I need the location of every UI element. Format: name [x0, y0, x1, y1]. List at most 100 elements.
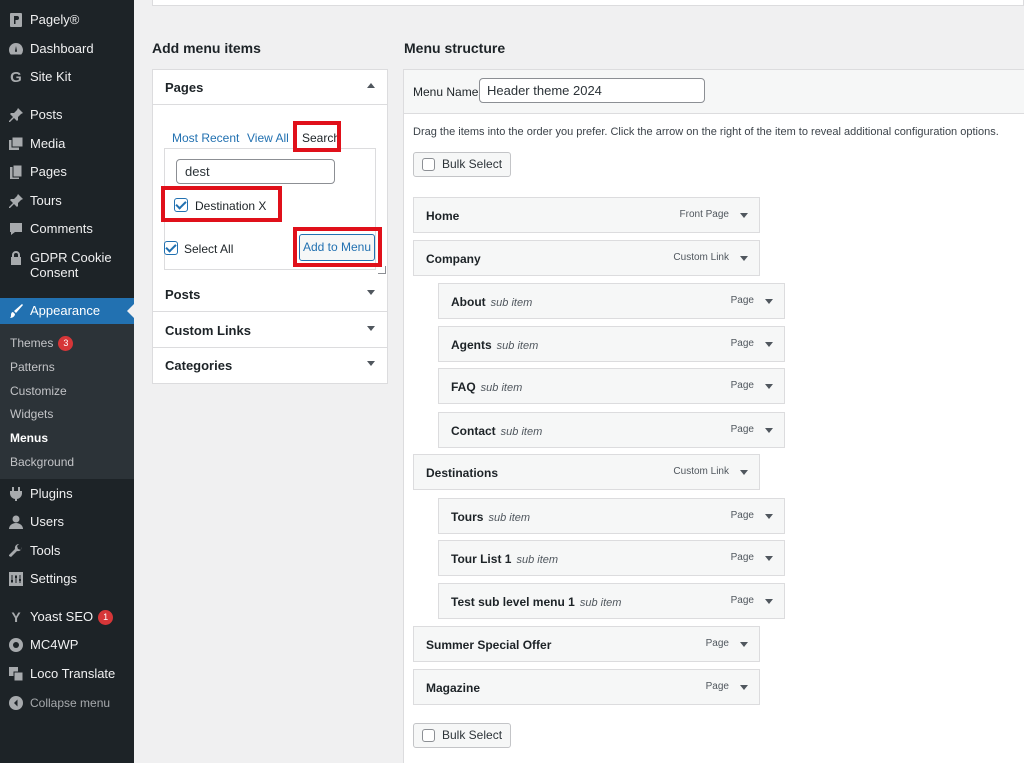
- menu-item-title: Tours sub item: [451, 510, 531, 524]
- pin-icon: [8, 193, 24, 209]
- expand-arrow-icon[interactable]: [740, 685, 748, 690]
- menu-item[interactable]: Contact sub item Page: [438, 412, 785, 448]
- collapse-menu-button[interactable]: Collapse menu: [0, 695, 134, 713]
- expand-arrow-icon[interactable]: [765, 556, 773, 561]
- submenu-customize[interactable]: Customize: [10, 384, 67, 398]
- menu-item-type: Page: [705, 681, 729, 692]
- bulk-select-checkbox[interactable]: [422, 158, 435, 171]
- menu-item-title: Summer Special Offer: [426, 638, 552, 652]
- brush-icon: [8, 303, 24, 319]
- menu-item[interactable]: Destinations Custom Link: [413, 454, 760, 490]
- sidebar-item-dashboard[interactable]: Dashboard: [0, 41, 134, 59]
- menu-name-input[interactable]: [479, 78, 705, 103]
- collapse-arrow-icon: [367, 83, 375, 88]
- mc4wp-icon: [8, 637, 24, 653]
- expand-arrow-icon[interactable]: [765, 599, 773, 604]
- sidebar-item-site-kit[interactable]: G Site Kit: [0, 69, 134, 87]
- settings-icon: [8, 571, 24, 587]
- menu-item-title: Company: [426, 252, 481, 266]
- sidebar-item-tours[interactable]: Tours: [0, 193, 134, 211]
- sidebar-item-settings[interactable]: Settings: [0, 571, 134, 589]
- user-icon: [8, 514, 24, 530]
- sidebar-item-posts[interactable]: Posts: [0, 107, 134, 125]
- menu-item[interactable]: About sub item Page: [438, 283, 785, 319]
- pin-icon: [8, 107, 24, 123]
- tab-most-recent[interactable]: Most Recent: [172, 131, 239, 145]
- sidebar-item-comments[interactable]: Comments: [0, 221, 134, 239]
- sub-item-label: sub item: [490, 297, 533, 309]
- highlight-add-button: [293, 227, 382, 267]
- submenu-menus[interactable]: Menus: [10, 431, 48, 445]
- sidebar-item-loco-translate[interactable]: Loco Translate: [0, 666, 134, 684]
- sidebar-item-gdpr[interactable]: GDPR Cookie Consent: [0, 250, 134, 282]
- menu-item[interactable]: Magazine Page: [413, 669, 760, 705]
- expand-arrow-icon[interactable]: [765, 428, 773, 433]
- pages-icon: [8, 164, 24, 180]
- expand-arrow-icon[interactable]: [765, 514, 773, 519]
- menu-item[interactable]: Test sub level menu 1 sub item Page: [438, 583, 785, 619]
- menu-item[interactable]: Company Custom Link: [413, 240, 760, 276]
- expand-arrow-icon[interactable]: [765, 342, 773, 347]
- translate-icon: [8, 666, 24, 682]
- menu-item[interactable]: Summer Special Offer Page: [413, 626, 760, 662]
- submenu-background[interactable]: Background: [10, 455, 74, 469]
- tab-view-all[interactable]: View All: [247, 131, 289, 145]
- yoast-notification-badge: 1: [98, 610, 114, 625]
- menu-item-type: Custom Link: [673, 466, 729, 477]
- sidebar-item-appearance[interactable]: Appearance: [0, 303, 134, 321]
- expand-arrow-icon[interactable]: [740, 470, 748, 475]
- menu-item[interactable]: Home Front Page: [413, 197, 760, 233]
- sub-item-label: sub item: [496, 340, 539, 352]
- sub-item-label: sub item: [488, 512, 531, 524]
- sub-item-label: sub item: [500, 426, 543, 438]
- sidebar-item-users[interactable]: Users: [0, 514, 134, 532]
- categories-section-header[interactable]: Categories: [153, 348, 387, 383]
- bulk-select-checkbox[interactable]: [422, 729, 435, 742]
- posts-section-header[interactable]: Posts: [153, 277, 387, 312]
- menu-item-title: About sub item: [451, 295, 533, 309]
- expand-arrow-icon[interactable]: [740, 642, 748, 647]
- sidebar-item-mc4wp[interactable]: MC4WP: [0, 637, 134, 655]
- sidebar-item-pages[interactable]: Pages: [0, 164, 134, 182]
- menu-item-type: Page: [730, 552, 754, 563]
- expand-arrow-icon[interactable]: [740, 213, 748, 218]
- select-all-label: Select All: [184, 242, 234, 256]
- sidebar-item-plugins[interactable]: Plugins: [0, 486, 134, 504]
- menu-item-type: Front Page: [679, 209, 729, 220]
- menu-item[interactable]: Agents sub item Page: [438, 326, 785, 362]
- menu-item-title: Test sub level menu 1 sub item: [451, 595, 622, 609]
- bulk-select-button-bottom[interactable]: Bulk Select: [413, 723, 512, 748]
- page-search-input[interactable]: [176, 159, 335, 184]
- pages-section-header[interactable]: Pages: [153, 70, 387, 105]
- sidebar-item-yoast[interactable]: Y Yoast SEO 1: [0, 609, 134, 627]
- resize-handle[interactable]: [378, 266, 386, 274]
- menu-item-title: Tour List 1 sub item: [451, 552, 559, 566]
- admin-sidebar: Pagely® Dashboard G Site Kit Posts Media…: [0, 0, 134, 763]
- expand-arrow-icon[interactable]: [765, 384, 773, 389]
- menu-item-type: Page: [705, 638, 729, 649]
- sidebar-item-media[interactable]: Media: [0, 136, 134, 154]
- expand-arrow-icon[interactable]: [740, 256, 748, 261]
- menu-item[interactable]: Tours sub item Page: [438, 498, 785, 534]
- top-panel-edge: [152, 0, 1024, 6]
- submenu-themes[interactable]: Themes 3: [10, 336, 74, 351]
- menu-item-type: Page: [730, 295, 754, 306]
- sub-item-label: sub item: [516, 554, 559, 566]
- submenu-patterns[interactable]: Patterns: [10, 360, 55, 374]
- custom-links-section-header[interactable]: Custom Links: [153, 313, 387, 348]
- menu-item-title: Destinations: [426, 466, 499, 480]
- media-icon: [8, 136, 24, 152]
- submenu-widgets[interactable]: Widgets: [10, 407, 53, 421]
- menu-item-title: Magazine: [426, 681, 481, 695]
- menu-item[interactable]: Tour List 1 sub item Page: [438, 540, 785, 576]
- sidebar-item-tools[interactable]: Tools: [0, 543, 134, 561]
- expand-arrow-icon: [367, 326, 375, 331]
- drag-instructions: Drag the items into the order you prefer…: [413, 126, 999, 138]
- menu-item-title: Home: [426, 209, 460, 223]
- sidebar-item-pagely[interactable]: Pagely®: [0, 12, 134, 30]
- bulk-select-button-top[interactable]: Bulk Select: [413, 152, 512, 177]
- select-all-checkbox[interactable]: [164, 241, 178, 255]
- expand-arrow-icon[interactable]: [765, 299, 773, 304]
- menu-item[interactable]: FAQ sub item Page: [438, 368, 785, 404]
- yoast-icon: Y: [11, 609, 21, 625]
